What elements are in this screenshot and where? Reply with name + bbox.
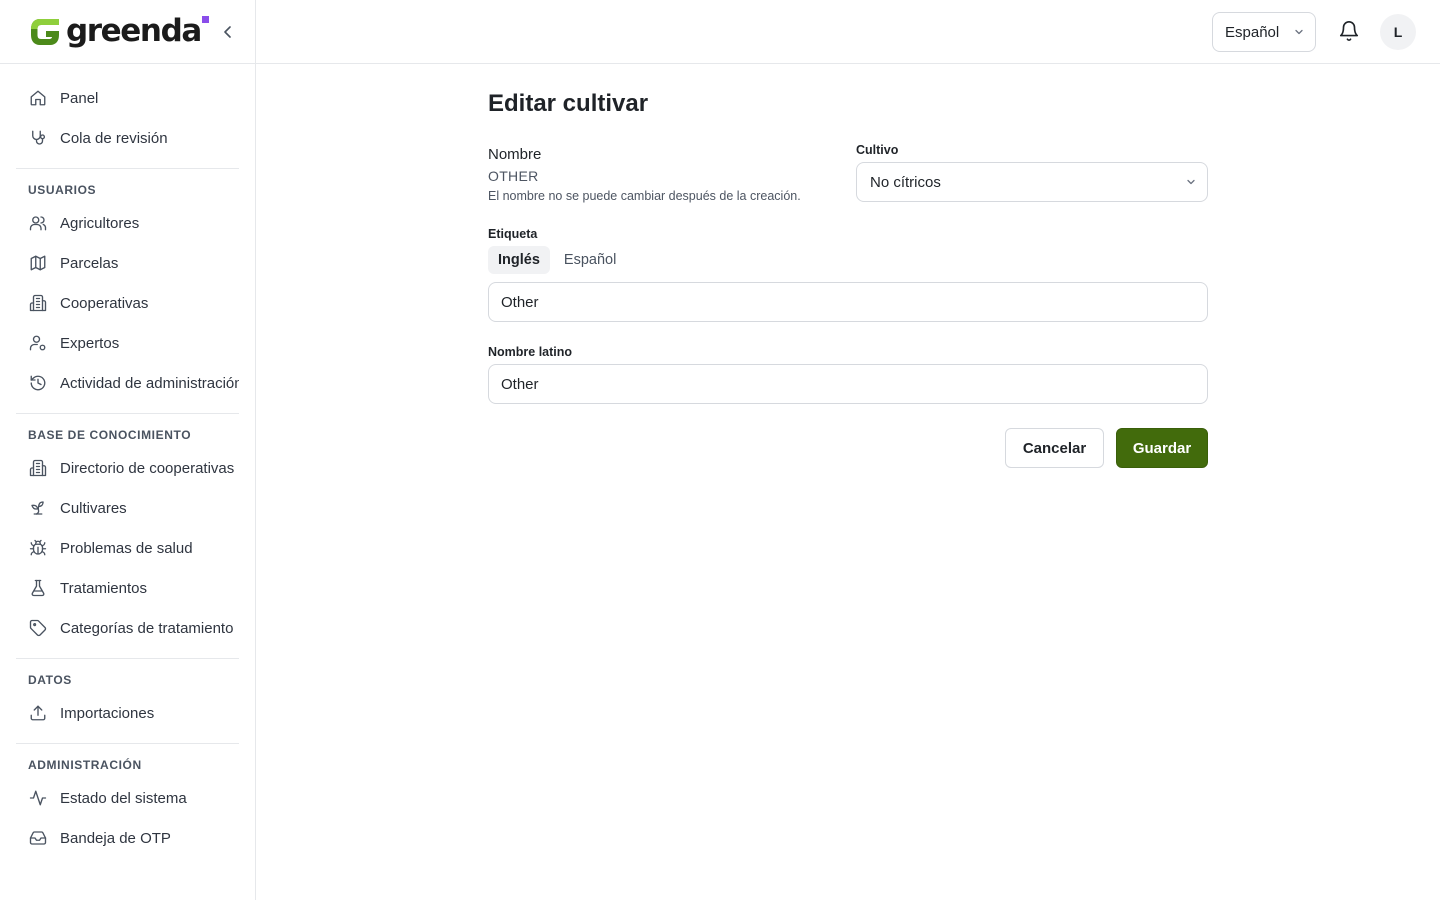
sidebar-item-cooperative-directory[interactable]: Directorio de cooperativas (16, 448, 239, 488)
greenda-logo-icon (31, 18, 59, 45)
name-label: Nombre (488, 146, 542, 163)
sidebar-section-title: ADMINISTRACIÓN (28, 758, 142, 772)
sidebar-item-treatment-categories[interactable]: Categorías de tratamiento (16, 608, 239, 648)
sidebar-item-cooperatives[interactable]: Cooperativas (16, 283, 239, 323)
sidebar-item-label: Bandeja de OTP (60, 829, 171, 847)
label-label: Etiqueta (488, 227, 538, 241)
tag-icon (28, 618, 48, 638)
sidebar-item-label: Cultivares (60, 499, 127, 517)
cancel-button[interactable]: Cancelar (1005, 428, 1104, 468)
sidebar-section-title: DATOS (28, 673, 72, 687)
language-select-value: Español (1225, 23, 1280, 41)
sidebar-item-treatments[interactable]: Tratamientos (16, 568, 239, 608)
activity-icon (28, 788, 48, 808)
tab-spanish[interactable]: Español (554, 246, 626, 274)
inbox-icon (28, 828, 48, 848)
crop-select[interactable]: No cítricos (856, 162, 1208, 202)
name-help-text: El nombre no se puede cambiar después de… (488, 189, 801, 203)
building-icon (28, 458, 48, 478)
latin-name-label: Nombre latino (488, 345, 573, 359)
collapse-sidebar-button[interactable] (219, 22, 237, 42)
sidebar-header: greenda (0, 0, 255, 64)
notifications-button[interactable] (1338, 20, 1360, 42)
sidebar-item-cultivars[interactable]: Cultivares (16, 488, 239, 528)
sidebar-item-label: Importaciones (60, 704, 155, 722)
building-icon (28, 293, 48, 313)
sidebar-item-label: Panel (60, 89, 99, 107)
sidebar-item-label: Agricultores (60, 214, 140, 232)
chevron-down-icon (1295, 29, 1303, 35)
sidebar-item-label: Cooperativas (60, 294, 149, 312)
sidebar-item-label: Directorio de cooperativas (60, 459, 235, 477)
sidebar-item-plots[interactable]: Parcelas (16, 243, 239, 283)
sidebar-item-label: Actividad de administración (60, 374, 239, 392)
user-avatar[interactable]: L (1380, 14, 1416, 50)
sidebar-item-label: Estado del sistema (60, 789, 187, 807)
stethoscope-icon (28, 128, 48, 148)
sidebar-item-health-problems[interactable]: Problemas de salud (16, 528, 239, 568)
flask-icon (28, 578, 48, 598)
chevron-left-icon (224, 26, 231, 38)
sidebar-section-title: USUARIOS (28, 183, 97, 197)
name-value: OTHER (488, 168, 539, 184)
sidebar-item-label: Problemas de salud (60, 539, 193, 557)
sprout-icon (28, 498, 48, 518)
sidebar-section-title: BASE DE CONOCIMIENTO (28, 428, 192, 442)
language-tabs: Inglés Español (488, 246, 626, 274)
sidebar-item-label: Parcelas (60, 254, 119, 272)
sidebar-item-imports[interactable]: Importaciones (16, 693, 239, 733)
history-icon (28, 373, 48, 393)
sidebar: greenda Panel Cola de revisión USUARIOS (0, 0, 256, 900)
sidebar-item-farmers[interactable]: Agricultores (16, 203, 239, 243)
bug-icon (28, 538, 48, 558)
label-input[interactable] (488, 282, 1208, 322)
brand-name: greenda (66, 16, 209, 47)
save-button[interactable]: Guardar (1116, 428, 1208, 468)
sidebar-item-otp-inbox[interactable]: Bandeja de OTP (16, 818, 239, 858)
top-header: Español L (256, 0, 1440, 64)
sidebar-item-admin-activity[interactable]: Actividad de administración (16, 363, 239, 403)
users-icon (28, 213, 48, 233)
upload-icon (28, 703, 48, 723)
sidebar-item-panel[interactable]: Panel (16, 78, 239, 118)
chevron-down-icon (1187, 179, 1195, 185)
sidebar-item-label: Categorías de tratamiento (60, 619, 234, 637)
sidebar-item-review-queue[interactable]: Cola de revisión (16, 118, 239, 158)
sidebar-item-system-status[interactable]: Estado del sistema (16, 778, 239, 818)
map-icon (28, 253, 48, 273)
home-icon (28, 88, 48, 108)
brand-logo[interactable]: greenda (28, 16, 209, 48)
crop-label: Cultivo (856, 143, 899, 157)
user-cog-icon (28, 333, 48, 353)
tab-english[interactable]: Inglés (488, 246, 550, 274)
sidebar-item-label: Tratamientos (60, 579, 147, 597)
page-title: Editar cultivar (488, 90, 649, 117)
bell-icon (1339, 21, 1359, 41)
crop-select-value: No cítricos (870, 173, 941, 191)
latin-name-input[interactable] (488, 364, 1208, 404)
sidebar-item-label: Cola de revisión (60, 129, 168, 147)
sidebar-nav: Panel Cola de revisión USUARIOS Agricult… (0, 64, 255, 858)
sidebar-item-label: Expertos (60, 334, 120, 352)
sidebar-item-experts[interactable]: Expertos (16, 323, 239, 363)
language-select[interactable]: Español (1212, 12, 1316, 52)
